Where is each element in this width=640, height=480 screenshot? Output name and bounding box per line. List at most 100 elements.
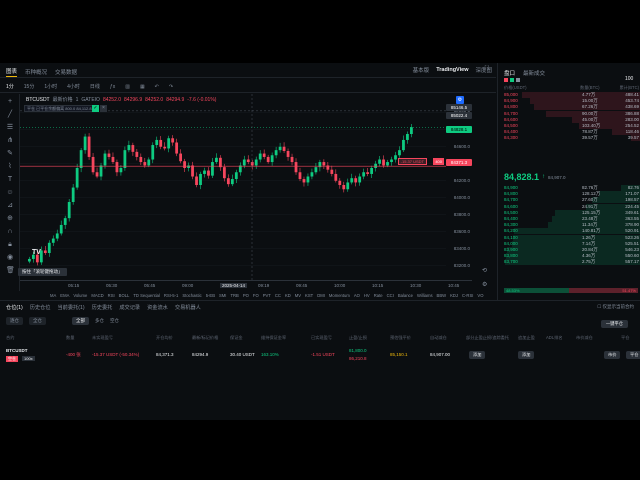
- eye-icon[interactable]: ◉: [6, 254, 14, 262]
- fullscreen-icon[interactable]: ⛶: [485, 66, 489, 73]
- close-position-button[interactable]: 平仓: [626, 351, 640, 359]
- price-chart[interactable]: BTCUSDT 最新价格 1 GATEIO 84252.0 84296.9 84…: [20, 94, 472, 280]
- indicator-item[interactable]: C-RSI: [462, 293, 473, 298]
- pattern-icon[interactable]: ⌇: [6, 163, 14, 171]
- book-sell-view-icon[interactable]: [516, 78, 520, 82]
- text-icon[interactable]: T: [6, 176, 14, 184]
- indicator-item[interactable]: KST: [305, 293, 313, 298]
- filter-isolated[interactable]: 逐仓: [6, 317, 23, 325]
- fork-icon[interactable]: ⋔: [6, 137, 14, 145]
- row-sl[interactable]: 86,210.8: [349, 356, 367, 361]
- positions-tab-5[interactable]: 资金流水: [147, 304, 168, 311]
- indicator-item[interactable]: KDJ: [450, 293, 458, 298]
- timeframe-1[interactable]: 15分: [24, 83, 35, 90]
- horizontal-lines-icon[interactable]: ☰: [6, 124, 14, 132]
- indicator-icon[interactable]: ƒx: [110, 84, 115, 90]
- indicator-item[interactable]: AO: [354, 293, 360, 298]
- orderbook-tab-1[interactable]: 最新成交: [523, 69, 545, 77]
- indicator-item[interactable]: Momentum: [329, 293, 350, 298]
- chart-view-tab-0[interactable]: 基本版: [413, 66, 430, 74]
- zoom-icon[interactable]: ⊕: [6, 215, 14, 223]
- bid-row[interactable]: 83,700 2.75万 557.17: [504, 259, 640, 266]
- indicator-item[interactable]: MV: [295, 293, 301, 298]
- redo-icon[interactable]: ↷: [169, 84, 173, 90]
- lock-icon[interactable]: 🔒︎: [6, 241, 14, 249]
- confirm-icon[interactable]: ✓: [92, 105, 99, 112]
- filter-all[interactable]: 全部: [72, 317, 89, 325]
- indicator-item[interactable]: TD Sequential: [133, 293, 160, 298]
- header-tab-2[interactable]: 交易数据: [55, 68, 77, 76]
- indicator-item[interactable]: PO: [243, 293, 249, 298]
- position-price-box[interactable]: 平仓 已平仓余额偏离 800.0 84,112.8: [24, 105, 95, 112]
- filter-long[interactable]: 多仓: [95, 318, 104, 324]
- close-all-button[interactable]: 一键平仓: [600, 320, 628, 328]
- timeframe-0[interactable]: 1分: [6, 83, 14, 90]
- header-tab-1[interactable]: 币种概况: [25, 68, 47, 76]
- indicator-item[interactable]: RSI: [108, 293, 115, 298]
- row-symbol[interactable]: BTCUSDT: [6, 348, 28, 353]
- crosshair-icon[interactable]: +: [6, 98, 14, 106]
- indicator-item[interactable]: EMA: [60, 293, 69, 298]
- filter-cross[interactable]: 全仓: [29, 317, 46, 325]
- magnet-icon[interactable]: ∩: [6, 228, 14, 236]
- smile-icon[interactable]: ☺: [6, 189, 14, 197]
- indicator-item[interactable]: Stochastic: [182, 293, 201, 298]
- position-qty-tag[interactable]: 400: [433, 158, 444, 165]
- timeframe-3[interactable]: 4小时: [67, 83, 80, 90]
- layout-icon[interactable]: ▦: [140, 84, 145, 90]
- chart-settings-icon[interactable]: ⚙: [456, 96, 464, 104]
- chart-view-tab-1[interactable]: TradingView: [436, 67, 468, 73]
- indicator-item[interactable]: MACD: [91, 293, 103, 298]
- indicator-item[interactable]: MA: [50, 293, 56, 298]
- indicator-item[interactable]: Balance: [398, 293, 413, 298]
- indicator-item[interactable]: RSI-5-1: [164, 293, 178, 298]
- positions-tab-0[interactable]: 仓位(1): [6, 304, 23, 311]
- trendline-icon[interactable]: ╱: [6, 111, 14, 119]
- row-leverage[interactable]: 100x: [22, 356, 35, 361]
- ruler-icon[interactable]: ⊿: [6, 202, 14, 210]
- chart-view-tab-2[interactable]: 深度图: [475, 66, 492, 74]
- current-contract-only-checkbox[interactable]: ☐ 仅显示当前合约: [597, 304, 634, 310]
- indicator-item[interactable]: BOLL: [119, 293, 130, 298]
- timeframe-4[interactable]: 日线: [90, 83, 100, 90]
- header-tab-0[interactable]: 图表: [6, 67, 18, 77]
- reset-zoom-icon[interactable]: ⟲: [482, 267, 487, 274]
- indicator-item[interactable]: 5-EB: [206, 293, 215, 298]
- indicator-item[interactable]: CCI: [387, 293, 394, 298]
- book-view-icon[interactable]: [504, 78, 508, 82]
- indicator-item[interactable]: TRB: [230, 293, 238, 298]
- positions-tab-4[interactable]: 成交记录: [119, 304, 140, 311]
- indicator-item[interactable]: FO: [253, 293, 259, 298]
- indicator-item[interactable]: PVT: [263, 293, 271, 298]
- indicator-item[interactable]: KD: [285, 293, 291, 298]
- market-close-button[interactable]: 市价: [604, 351, 621, 359]
- axis-settings-icon[interactable]: ⚙: [482, 281, 487, 288]
- indicator-item[interactable]: DMI: [317, 293, 325, 298]
- positions-tab-1[interactable]: 历史仓位: [30, 304, 51, 311]
- indicator-item[interactable]: CC: [275, 293, 281, 298]
- add-tp-sl-button[interactable]: 添加: [469, 351, 486, 359]
- step-select[interactable]: 100: [625, 76, 633, 82]
- positions-tab-3[interactable]: 历史委托: [92, 304, 113, 311]
- indicator-item[interactable]: VO: [477, 293, 483, 298]
- orderbook-tab-0[interactable]: 盘口: [504, 69, 515, 77]
- close-icon[interactable]: ×: [100, 105, 107, 112]
- add-trailing-button[interactable]: 添加: [518, 351, 535, 359]
- indicator-item[interactable]: Williams: [417, 293, 433, 298]
- positions-tab-2[interactable]: 当前委托(1): [57, 304, 84, 311]
- indicator-item[interactable]: Volume: [73, 293, 87, 298]
- positions-tab-6[interactable]: 交易机器人: [175, 304, 201, 311]
- indicator-item[interactable]: SMI: [219, 293, 226, 298]
- ask-row[interactable]: 84,300 39.57万 39.57: [504, 135, 640, 142]
- indicator-item[interactable]: HV: [364, 293, 370, 298]
- position-pnl-tag[interactable]: -15.37 USDT: [397, 158, 427, 165]
- trash-icon[interactable]: 🗑︎: [6, 267, 15, 275]
- row-tp[interactable]: 81,800.0: [349, 348, 367, 353]
- chart-type-icon[interactable]: ▥: [125, 84, 130, 90]
- book-buy-view-icon[interactable]: [510, 78, 514, 82]
- timeframe-2[interactable]: 1小时: [44, 83, 57, 90]
- indicator-item[interactable]: Rate: [374, 293, 383, 298]
- filter-short[interactable]: 空仓: [110, 318, 119, 324]
- indicator-item[interactable]: BBW: [437, 293, 447, 298]
- undo-icon[interactable]: ↶: [155, 84, 159, 90]
